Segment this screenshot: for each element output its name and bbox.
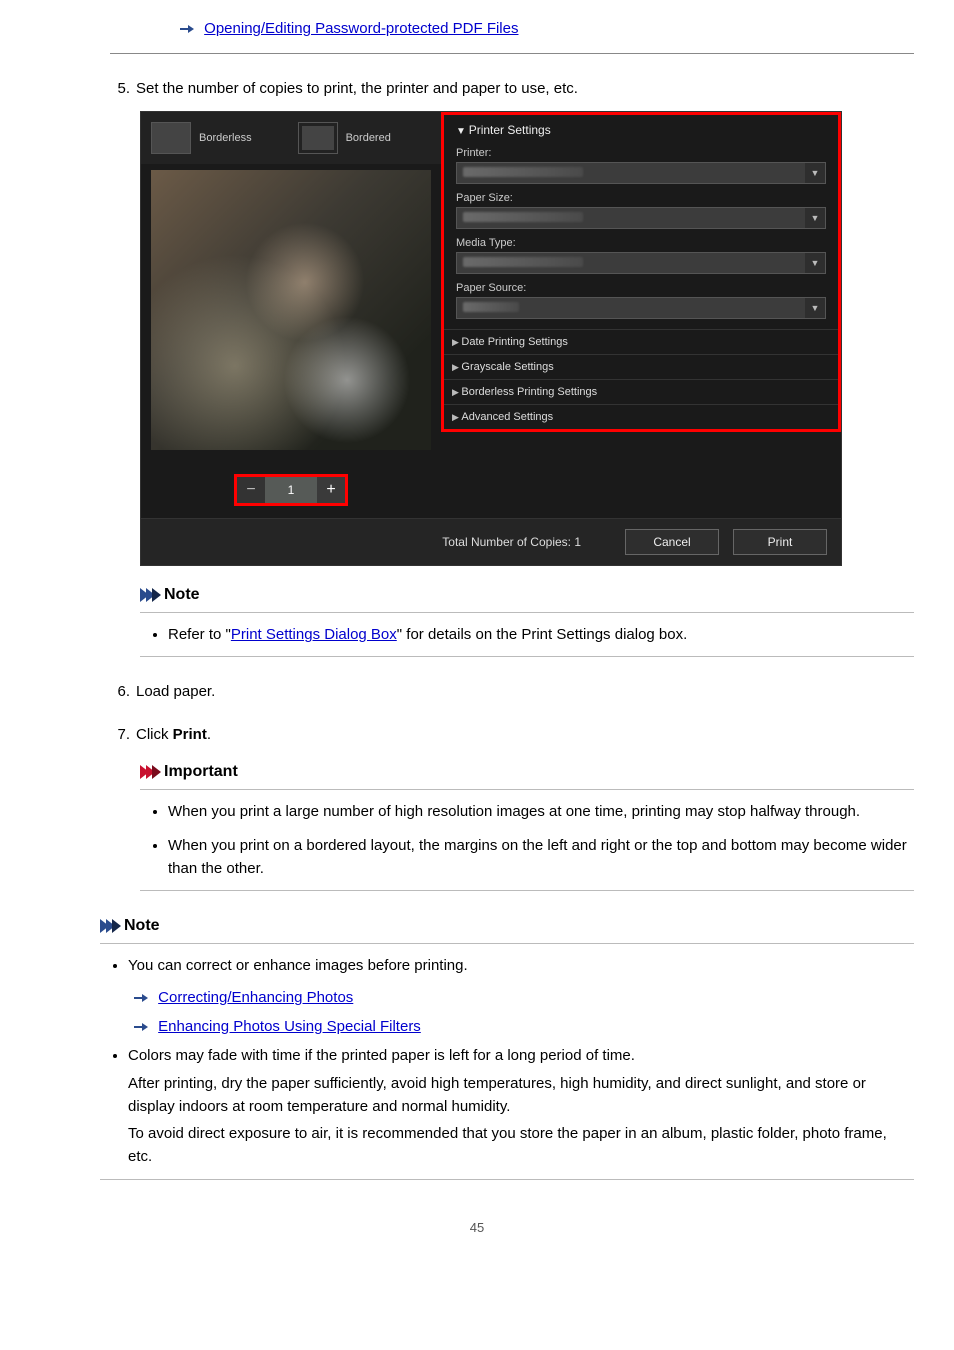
paper-source-select[interactable]: ▼ <box>456 297 826 319</box>
important-heading: Important <box>164 763 238 781</box>
label-paper-source: Paper Source: <box>456 282 826 294</box>
link-correcting-enhancing[interactable]: Correcting/Enhancing Photos <box>158 989 353 1006</box>
note1-bullet: Refer to "Print Settings Dialog Box" for… <box>168 623 914 646</box>
note-heading: Note <box>164 586 200 604</box>
step6-text: Load paper. <box>136 683 914 700</box>
media-type-select[interactable]: ▼ <box>456 252 826 274</box>
cancel-button[interactable]: Cancel <box>625 529 719 555</box>
note2-heading: Note <box>124 917 160 935</box>
link-opening-pdf[interactable]: Opening/Editing Password-protected PDF F… <box>204 20 518 37</box>
print-preview-image <box>151 170 431 450</box>
link-special-filters[interactable]: Enhancing Photos Using Special Filters <box>158 1018 421 1035</box>
label-paper-size: Paper Size: <box>456 192 826 204</box>
printer-select[interactable]: ▼ <box>456 162 826 184</box>
step5-number: 5. <box>40 80 136 97</box>
note-icon <box>100 919 118 933</box>
divider <box>110 53 914 54</box>
copies-stepper[interactable]: − 1 + <box>234 474 348 506</box>
chevron-down-icon: ▼ <box>805 298 825 318</box>
note-icon <box>140 588 158 602</box>
label-media-type: Media Type: <box>456 237 826 249</box>
important-bullet-1: When you print a large number of high re… <box>168 800 914 823</box>
layout-option-row: Borderless Bordered <box>141 112 441 164</box>
step7-number: 7. <box>40 726 136 743</box>
divider <box>100 943 914 944</box>
layout-thumb-borderless[interactable] <box>151 122 191 154</box>
copies-value: 1 <box>265 477 317 503</box>
note2-bullet-1: You can correct or enhance images before… <box>128 954 914 977</box>
important-bullet-2: When you print on a bordered layout, the… <box>168 834 914 881</box>
print-settings-screenshot: Borderless Bordered − 1 + Printer Settin… <box>140 111 842 566</box>
step6-number: 6. <box>40 683 136 700</box>
divider <box>140 612 914 613</box>
section-date-printing[interactable]: Date Printing Settings <box>444 329 838 354</box>
divider <box>100 1179 914 1180</box>
print-button[interactable]: Print <box>733 529 827 555</box>
section-borderless[interactable]: Borderless Printing Settings <box>444 379 838 404</box>
step7-text: Click Print. <box>136 726 914 743</box>
link-print-settings-dialog[interactable]: Print Settings Dialog Box <box>231 626 397 643</box>
arrow-right-icon <box>134 993 148 1003</box>
arrow-right-icon <box>134 1022 148 1032</box>
chevron-down-icon: ▼ <box>805 208 825 228</box>
chevron-down-icon: ▼ <box>805 163 825 183</box>
layout-label-borderless: Borderless <box>199 132 252 144</box>
important-icon <box>140 765 158 779</box>
paper-size-select[interactable]: ▼ <box>456 207 826 229</box>
note2-bullet-2: Colors may fade with time if the printed… <box>128 1044 914 1168</box>
step5-text: Set the number of copies to print, the p… <box>136 80 914 97</box>
section-advanced[interactable]: Advanced Settings <box>444 404 838 429</box>
chevron-down-icon: ▼ <box>805 253 825 273</box>
copies-increment[interactable]: + <box>317 477 345 503</box>
arrow-right-icon <box>180 24 194 34</box>
total-copies-label: Total Number of Copies: 1 <box>155 535 611 549</box>
label-printer: Printer: <box>456 147 826 159</box>
printer-settings-header[interactable]: Printer Settings <box>456 121 826 139</box>
page-number: 45 <box>40 1220 914 1235</box>
section-grayscale[interactable]: Grayscale Settings <box>444 354 838 379</box>
divider <box>140 789 914 790</box>
copies-decrement[interactable]: − <box>237 477 265 503</box>
layout-label-bordered: Bordered <box>346 132 391 144</box>
divider <box>140 890 914 891</box>
layout-thumb-bordered[interactable] <box>298 122 338 154</box>
divider <box>140 656 914 657</box>
